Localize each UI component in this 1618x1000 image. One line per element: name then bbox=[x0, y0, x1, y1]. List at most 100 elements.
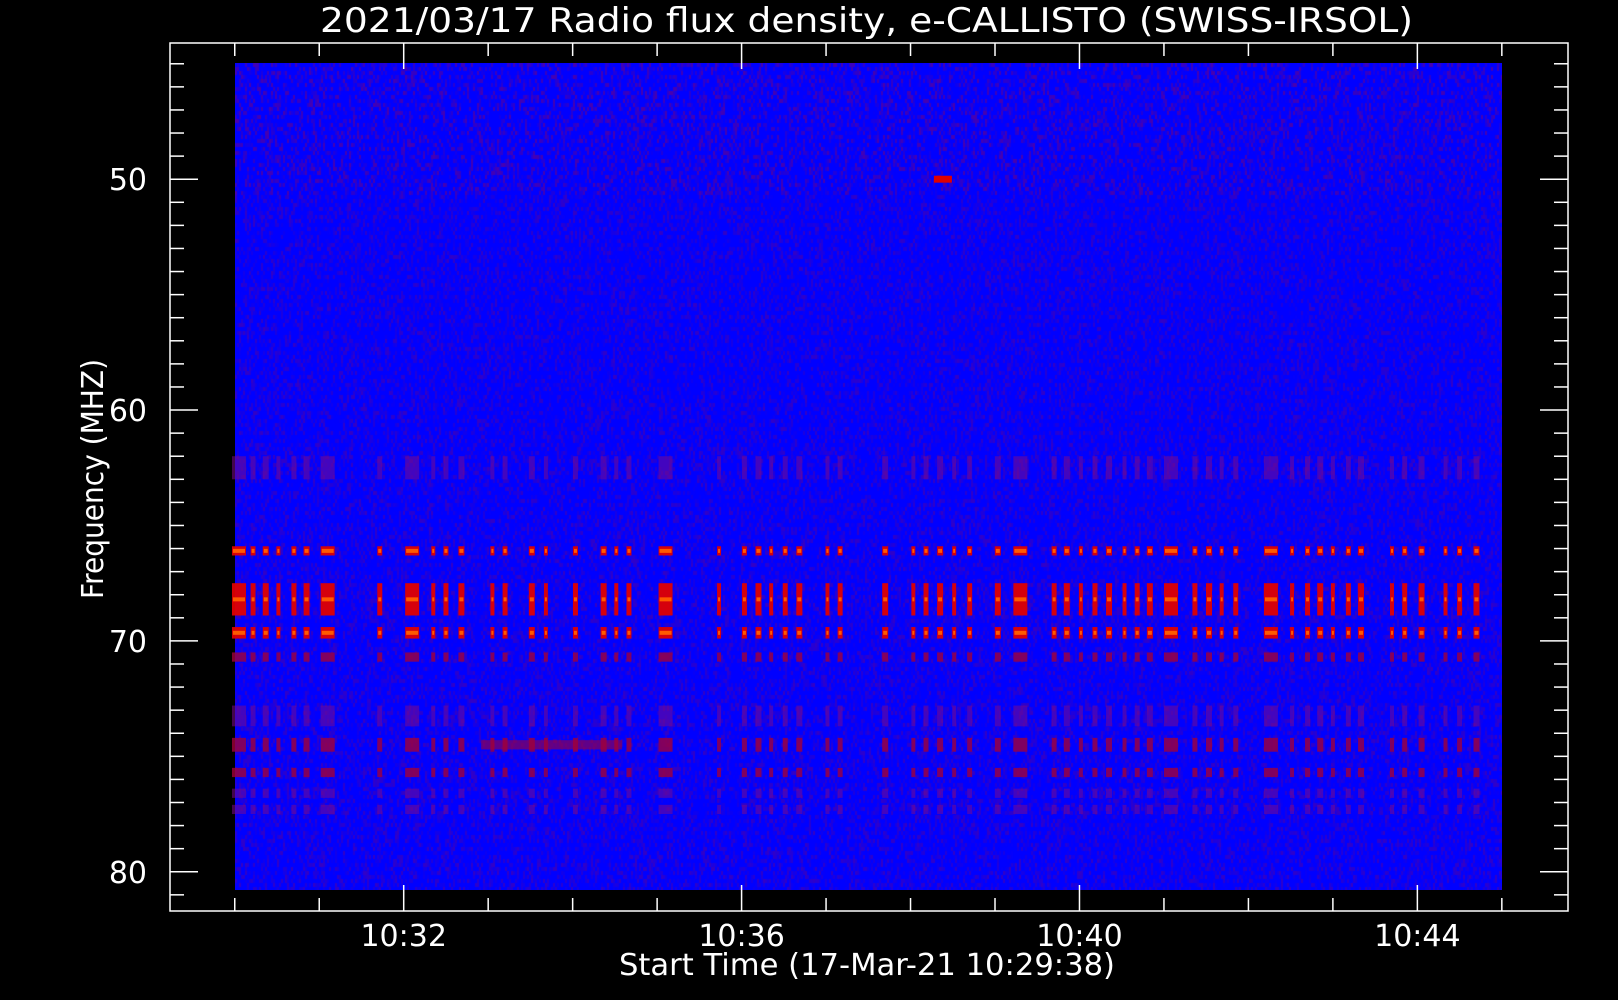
burst-mark bbox=[1290, 652, 1295, 662]
burst-peak bbox=[1220, 597, 1223, 602]
burst-mark bbox=[1345, 767, 1351, 778]
burst-peak bbox=[304, 630, 309, 635]
burst-mark bbox=[952, 767, 957, 778]
burst-mark bbox=[1305, 737, 1311, 752]
burst-mark bbox=[490, 456, 495, 480]
burst-peak bbox=[1147, 630, 1152, 635]
burst-mark bbox=[1290, 788, 1295, 798]
burst-peak bbox=[1123, 597, 1126, 602]
burst-mark bbox=[1457, 705, 1463, 727]
burst-peak bbox=[1474, 630, 1479, 635]
burst-mark bbox=[600, 705, 607, 727]
burst-peak bbox=[783, 630, 787, 635]
y-tick-label: 80 bbox=[109, 856, 147, 891]
burst-mark bbox=[741, 804, 747, 815]
burst-peak bbox=[938, 630, 943, 635]
burst-peak bbox=[263, 548, 268, 553]
burst-peak bbox=[263, 630, 268, 635]
burst-mark bbox=[755, 652, 762, 662]
burst-mark bbox=[1358, 767, 1365, 778]
burst-mark bbox=[1390, 788, 1395, 798]
burst-mark bbox=[1345, 804, 1351, 815]
burst-mark bbox=[1192, 652, 1198, 662]
burst-peak bbox=[838, 597, 842, 602]
burst-mark bbox=[1013, 737, 1028, 752]
burst-mark bbox=[1051, 737, 1057, 752]
burst-mark bbox=[1305, 652, 1311, 662]
burst-mark bbox=[303, 456, 310, 480]
burst-mark bbox=[1078, 804, 1083, 815]
burst-peak bbox=[378, 630, 382, 635]
spectrogram-chart: 5060708010:32 10:36 10:40 10:44 2021/03/17 … bbox=[76, 1, 1569, 983]
burst-peak bbox=[432, 548, 435, 553]
burst-mark bbox=[291, 456, 297, 480]
burst-mark bbox=[1263, 652, 1278, 662]
burst-mark bbox=[1418, 456, 1425, 480]
burst-mark bbox=[443, 767, 449, 778]
burst-peak bbox=[615, 548, 618, 553]
burst-mark bbox=[1330, 788, 1335, 798]
burst-peak bbox=[1107, 630, 1112, 635]
burst-mark bbox=[1063, 705, 1070, 727]
x-tick-label: 10:32 bbox=[360, 919, 446, 954]
burst-mark bbox=[443, 652, 449, 662]
burst-mark bbox=[1122, 767, 1127, 778]
burst-mark bbox=[1092, 456, 1098, 480]
burst-mark bbox=[837, 652, 843, 662]
burst-peak bbox=[544, 597, 547, 602]
interference-band bbox=[481, 740, 622, 750]
burst-peak bbox=[659, 548, 672, 553]
burst-peak bbox=[304, 597, 309, 602]
burst-mark bbox=[1051, 705, 1057, 727]
burst-mark bbox=[937, 652, 944, 662]
burst-mark bbox=[1290, 737, 1295, 752]
burst-mark bbox=[911, 652, 916, 662]
burst-mark bbox=[276, 788, 281, 798]
burst-mark bbox=[626, 705, 632, 727]
burst-peak bbox=[292, 630, 296, 635]
burst-mark bbox=[1402, 456, 1408, 480]
burst-peak bbox=[406, 548, 419, 553]
burst-mark bbox=[923, 705, 929, 727]
burst-mark bbox=[994, 652, 1001, 662]
burst-mark bbox=[1219, 737, 1224, 752]
burst-mark bbox=[1078, 652, 1083, 662]
burst-peak bbox=[459, 597, 464, 602]
burst-mark bbox=[291, 767, 297, 778]
burst-mark bbox=[1163, 456, 1178, 480]
burst-peak bbox=[924, 548, 928, 553]
burst-mark bbox=[1317, 705, 1324, 727]
burst-mark bbox=[443, 804, 449, 815]
burst-mark bbox=[1092, 788, 1098, 798]
burst-mark bbox=[1418, 767, 1425, 778]
burst-mark bbox=[658, 456, 673, 480]
burst-mark bbox=[741, 788, 747, 798]
burst-peak bbox=[968, 630, 972, 635]
burst-mark bbox=[528, 705, 535, 727]
burst-mark bbox=[443, 737, 449, 752]
burst-peak bbox=[953, 630, 956, 635]
burst-mark bbox=[882, 456, 889, 480]
burst-mark bbox=[443, 788, 449, 798]
burst-mark bbox=[1122, 456, 1127, 480]
burst-mark bbox=[882, 652, 889, 662]
burst-mark bbox=[1443, 788, 1448, 798]
burst-mark bbox=[882, 737, 889, 752]
burst-peak bbox=[742, 597, 746, 602]
burst-mark bbox=[658, 652, 673, 662]
burst-mark bbox=[782, 788, 788, 798]
burst-peak bbox=[615, 597, 618, 602]
burst-mark bbox=[825, 705, 830, 727]
burst-peak bbox=[627, 630, 631, 635]
burst-mark bbox=[967, 705, 973, 727]
burst-peak bbox=[444, 548, 448, 553]
burst-peak bbox=[1234, 597, 1238, 602]
burst-mark bbox=[262, 804, 269, 815]
burst-mark bbox=[1290, 705, 1295, 727]
burst-peak bbox=[783, 597, 787, 602]
burst-mark bbox=[572, 788, 578, 798]
burst-mark bbox=[1106, 804, 1113, 815]
burst-mark bbox=[1473, 652, 1480, 662]
burst-mark bbox=[405, 737, 420, 752]
burst-peak bbox=[1135, 630, 1139, 635]
